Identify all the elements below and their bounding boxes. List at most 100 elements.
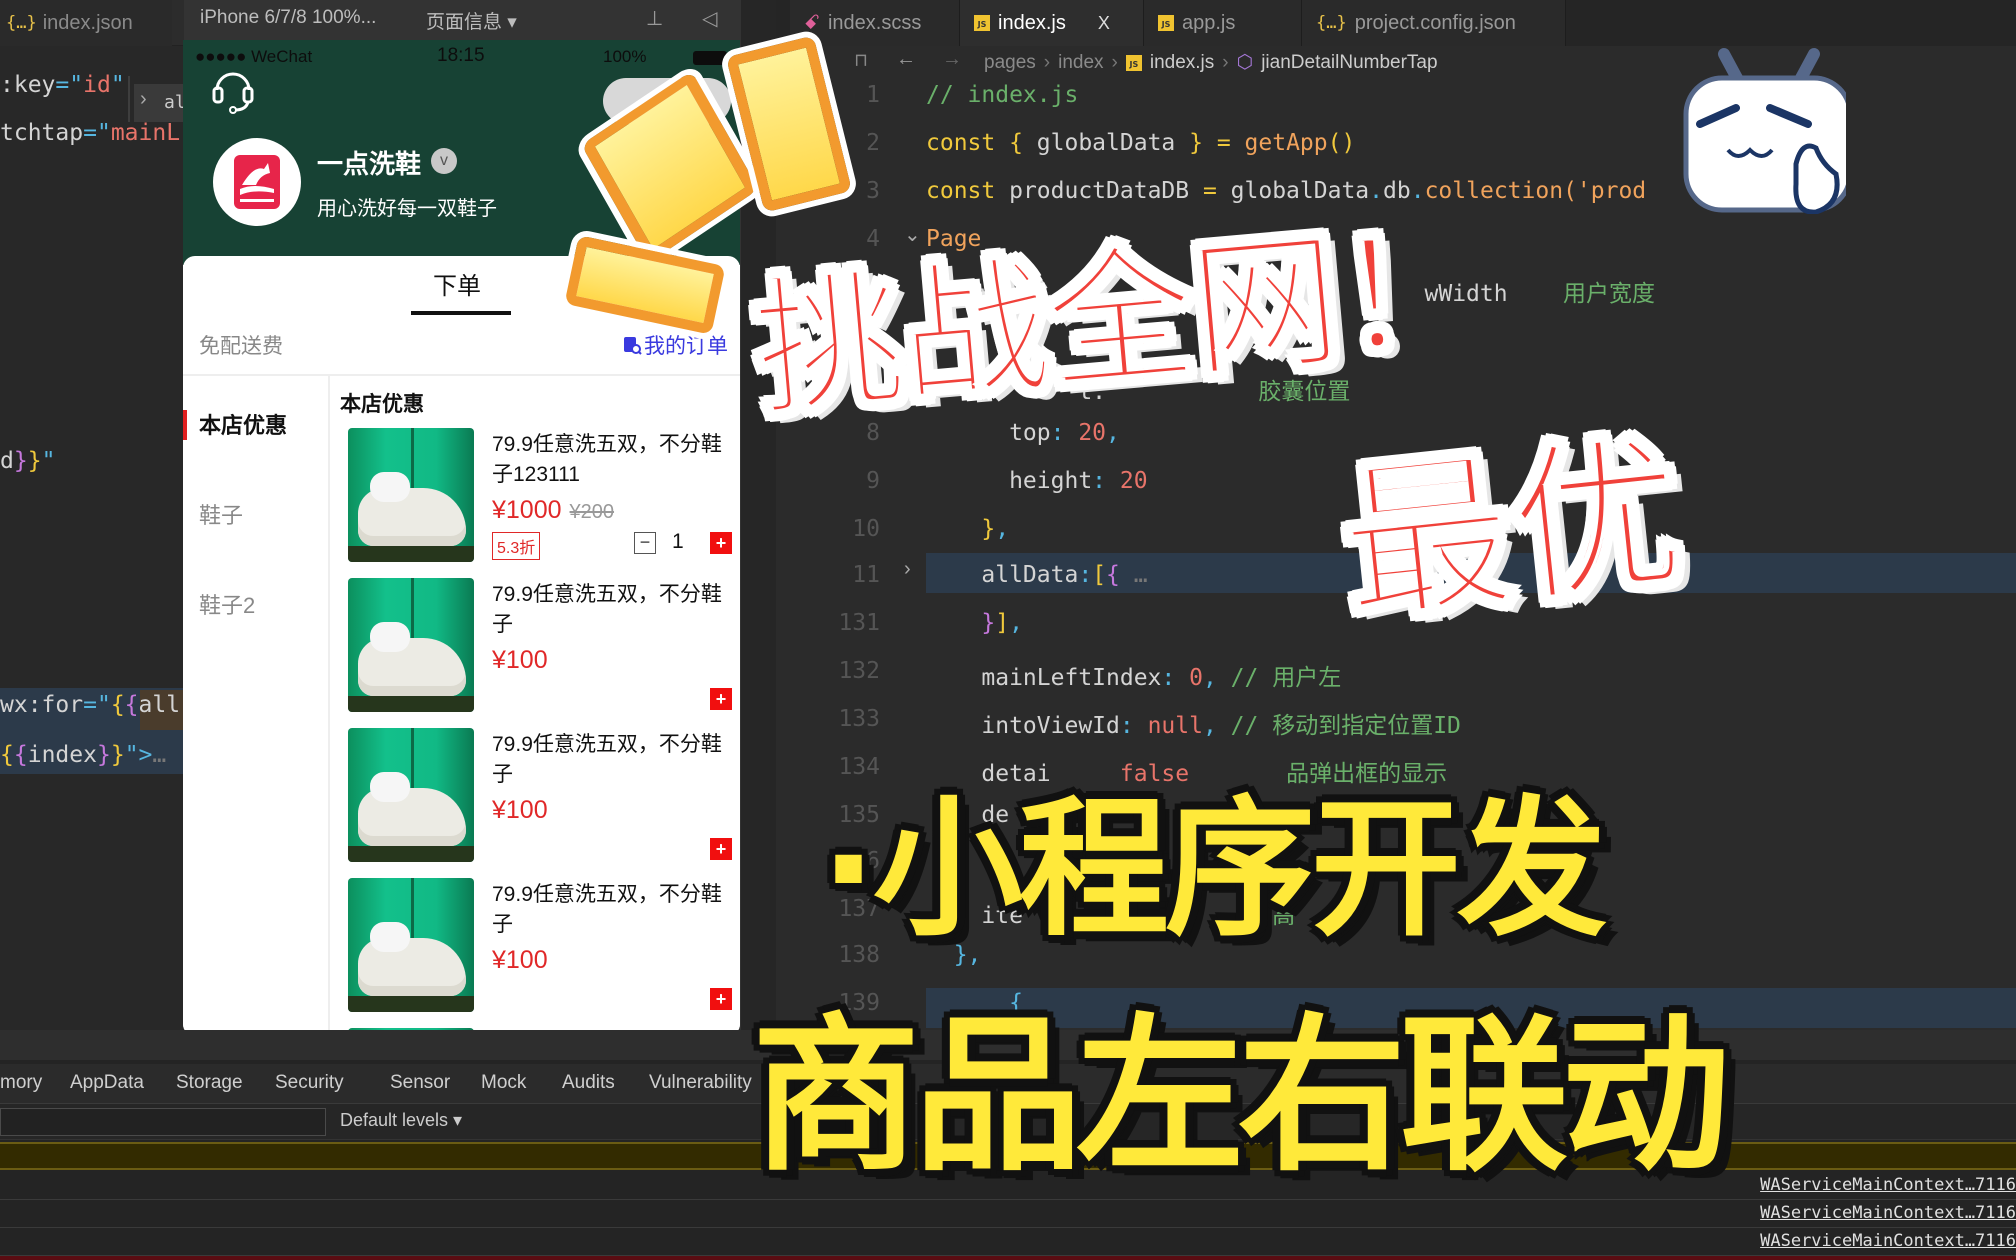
tab-index-scss[interactable]: ꗃ index.scss — [790, 0, 960, 46]
product-title: 79.9任意洗五双，不分鞋子 — [492, 883, 722, 936]
fold-collapse-icon[interactable]: ⌄ — [904, 222, 921, 247]
source-link[interactable]: WAServiceMainContext…7116 — [1760, 1231, 2016, 1251]
product-title: 79.9任意洗五双，不分鞋子 — [492, 733, 722, 786]
devtools-tab-mock[interactable]: Mock — [481, 1072, 526, 1094]
devtools-panel: mory AppData Storage Security Sensor Moc… — [0, 1030, 2016, 1260]
goods-item[interactable]: 79.9任意洗五双，不分鞋子 ¥100 + — [332, 578, 740, 718]
goods-item[interactable]: 79.9任意洗五双，不分鞋子 ¥100 + — [332, 728, 740, 868]
breadcrumb-item[interactable]: index — [1058, 52, 1103, 74]
quantity-value: 1 — [672, 530, 684, 553]
goods-list[interactable]: 本店优惠 79.9任意洗五双，不分鞋子123111 ¥1000 ¥200 5.3折… — [332, 376, 740, 1036]
pin-icon[interactable]: ⊥ — [646, 6, 663, 31]
console-filter-input[interactable] — [0, 1108, 326, 1136]
js-icon: JS — [974, 15, 990, 31]
battery-icon — [693, 51, 730, 65]
fold-expand-icon[interactable]: › — [904, 558, 911, 581]
price-current: ¥1000 — [492, 496, 562, 524]
code-token: // 移动到指定位置ID — [1230, 713, 1461, 739]
code-token: … — [152, 742, 167, 768]
increase-button[interactable]: + — [710, 532, 732, 554]
code-token: ('prod — [1563, 178, 1647, 204]
back-arrow-icon[interactable]: ← — [896, 48, 916, 71]
tab-index-json[interactable]: {…} index.json — [0, 0, 172, 46]
code-token: : — [1161, 665, 1190, 691]
devtools-tab-sensor[interactable]: Sensor — [390, 1072, 450, 1094]
code-token: height — [926, 468, 1093, 494]
code-token: globalData — [1230, 178, 1370, 204]
code-line: // index.js — [926, 82, 1078, 108]
code-token: { — [1106, 562, 1120, 588]
code-token: wWidth — [1009, 281, 1508, 307]
close-icon[interactable]: X — [1098, 13, 1110, 34]
speaker-icon[interactable]: ◁ — [702, 6, 717, 31]
goods-item[interactable]: 79.9任意洗五双，不分鞋子 ¥100 + — [332, 878, 740, 1018]
devtools-tab-security[interactable]: Security — [275, 1072, 344, 1094]
decrease-button[interactable]: − — [634, 532, 656, 554]
code-token: , — [1009, 610, 1023, 636]
dropdown-chevron-icon[interactable]: v — [431, 148, 457, 174]
shop-name: 一点洗鞋 — [317, 149, 422, 179]
code-token: ] — [995, 610, 1010, 636]
code-token: } — [1189, 130, 1217, 156]
code-line: de — [926, 802, 1009, 828]
code-token: intoViewId — [926, 713, 1120, 739]
goods-item[interactable]: 79.9任意洗五双，不分鞋子123111 ¥1000 ¥200 5.3折 − 1 … — [332, 428, 740, 568]
devtools-tab-appdata[interactable]: AppData — [70, 1072, 144, 1094]
tab-index-js[interactable]: JS index.js X — [960, 0, 1144, 46]
order-search-icon — [624, 337, 642, 355]
category-item-shoes[interactable]: 鞋子 — [183, 496, 330, 536]
wxml-editor[interactable]: {…} index.json :key="id" tchtap="mainL d}}… — [0, 0, 197, 1030]
forward-arrow-icon[interactable]: → — [942, 48, 962, 71]
category-item-store-deals[interactable]: 本店优惠 — [183, 406, 330, 446]
code-token: , — [926, 848, 1079, 874]
category-item-shoes-2[interactable]: 鞋子2 — [183, 586, 330, 626]
my-orders-link[interactable]: 我的订单 — [622, 330, 728, 360]
breadcrumb-item[interactable]: pages — [984, 52, 1036, 74]
devtools-resize-bar[interactable] — [0, 1030, 2016, 1060]
code-token: } — [110, 742, 125, 768]
code-token: = — [1216, 130, 1245, 156]
devtools-tab-vulnerability[interactable]: Vulnerability — [649, 1072, 752, 1094]
breadcrumb-item[interactable]: index.js — [1150, 52, 1214, 74]
page-info-dropdown[interactable]: 页面信息 ▾ — [426, 7, 517, 34]
product-title: 79.9任意洗五双，不分鞋子123111 — [492, 433, 722, 486]
code-token: () — [1327, 130, 1356, 156]
console-warning-row — [0, 1142, 2016, 1170]
code-token: globalData — [1036, 130, 1190, 156]
line-number: 136 — [838, 848, 880, 874]
code-token: d — [0, 448, 14, 474]
devtools-tab-storage[interactable]: Storage — [176, 1072, 243, 1094]
breadcrumb-item[interactable]: jianDetailNumberTap — [1261, 52, 1437, 74]
json-icon: {…} — [1316, 13, 1347, 33]
device-selector[interactable]: iPhone 6/7/8 100%... — [200, 7, 376, 29]
code-line: height: 20 — [926, 468, 1148, 494]
devtools-tab-memory[interactable]: mory — [0, 1072, 42, 1094]
chevron-right-icon[interactable]: › — [140, 88, 147, 111]
customer-service-icon[interactable] — [211, 64, 255, 114]
code-token: = — [83, 692, 97, 718]
tab-project-config-json[interactable]: {…} project.config.json — [1302, 0, 1566, 46]
product-image — [348, 578, 474, 712]
tab-app-js[interactable]: JS app.js — [1144, 0, 1302, 46]
selection-highlight — [926, 988, 2016, 1028]
add-button[interactable]: + — [710, 988, 732, 1010]
code-token: [ — [1092, 562, 1107, 588]
status-time: 18:15 — [437, 45, 485, 66]
code-token: : — [1092, 468, 1120, 494]
add-button[interactable]: + — [710, 688, 732, 710]
code-token: } — [926, 610, 996, 636]
code-line: }, — [926, 516, 1009, 542]
bookmark-icon[interactable]: ⊓ — [854, 50, 868, 71]
source-link[interactable]: WAServiceMainContext…7116 — [1760, 1203, 2016, 1223]
source-link[interactable]: WAServiceMainContext…7116 — [1760, 1175, 2016, 1195]
code-token: collection — [1424, 178, 1564, 204]
code-line: t: 胶囊位置 — [926, 372, 1350, 406]
code-token: de — [926, 802, 1010, 828]
add-button[interactable]: + — [710, 838, 732, 860]
log-levels-dropdown[interactable]: Default levels ▾ — [340, 1110, 462, 1131]
tab-label: index.js — [998, 11, 1066, 34]
devtools-tab-audits[interactable]: Audits — [562, 1072, 615, 1094]
code-token: 20 — [1119, 468, 1148, 494]
line-number: 11 — [852, 562, 880, 588]
tab-order[interactable]: 下单 — [433, 266, 481, 301]
